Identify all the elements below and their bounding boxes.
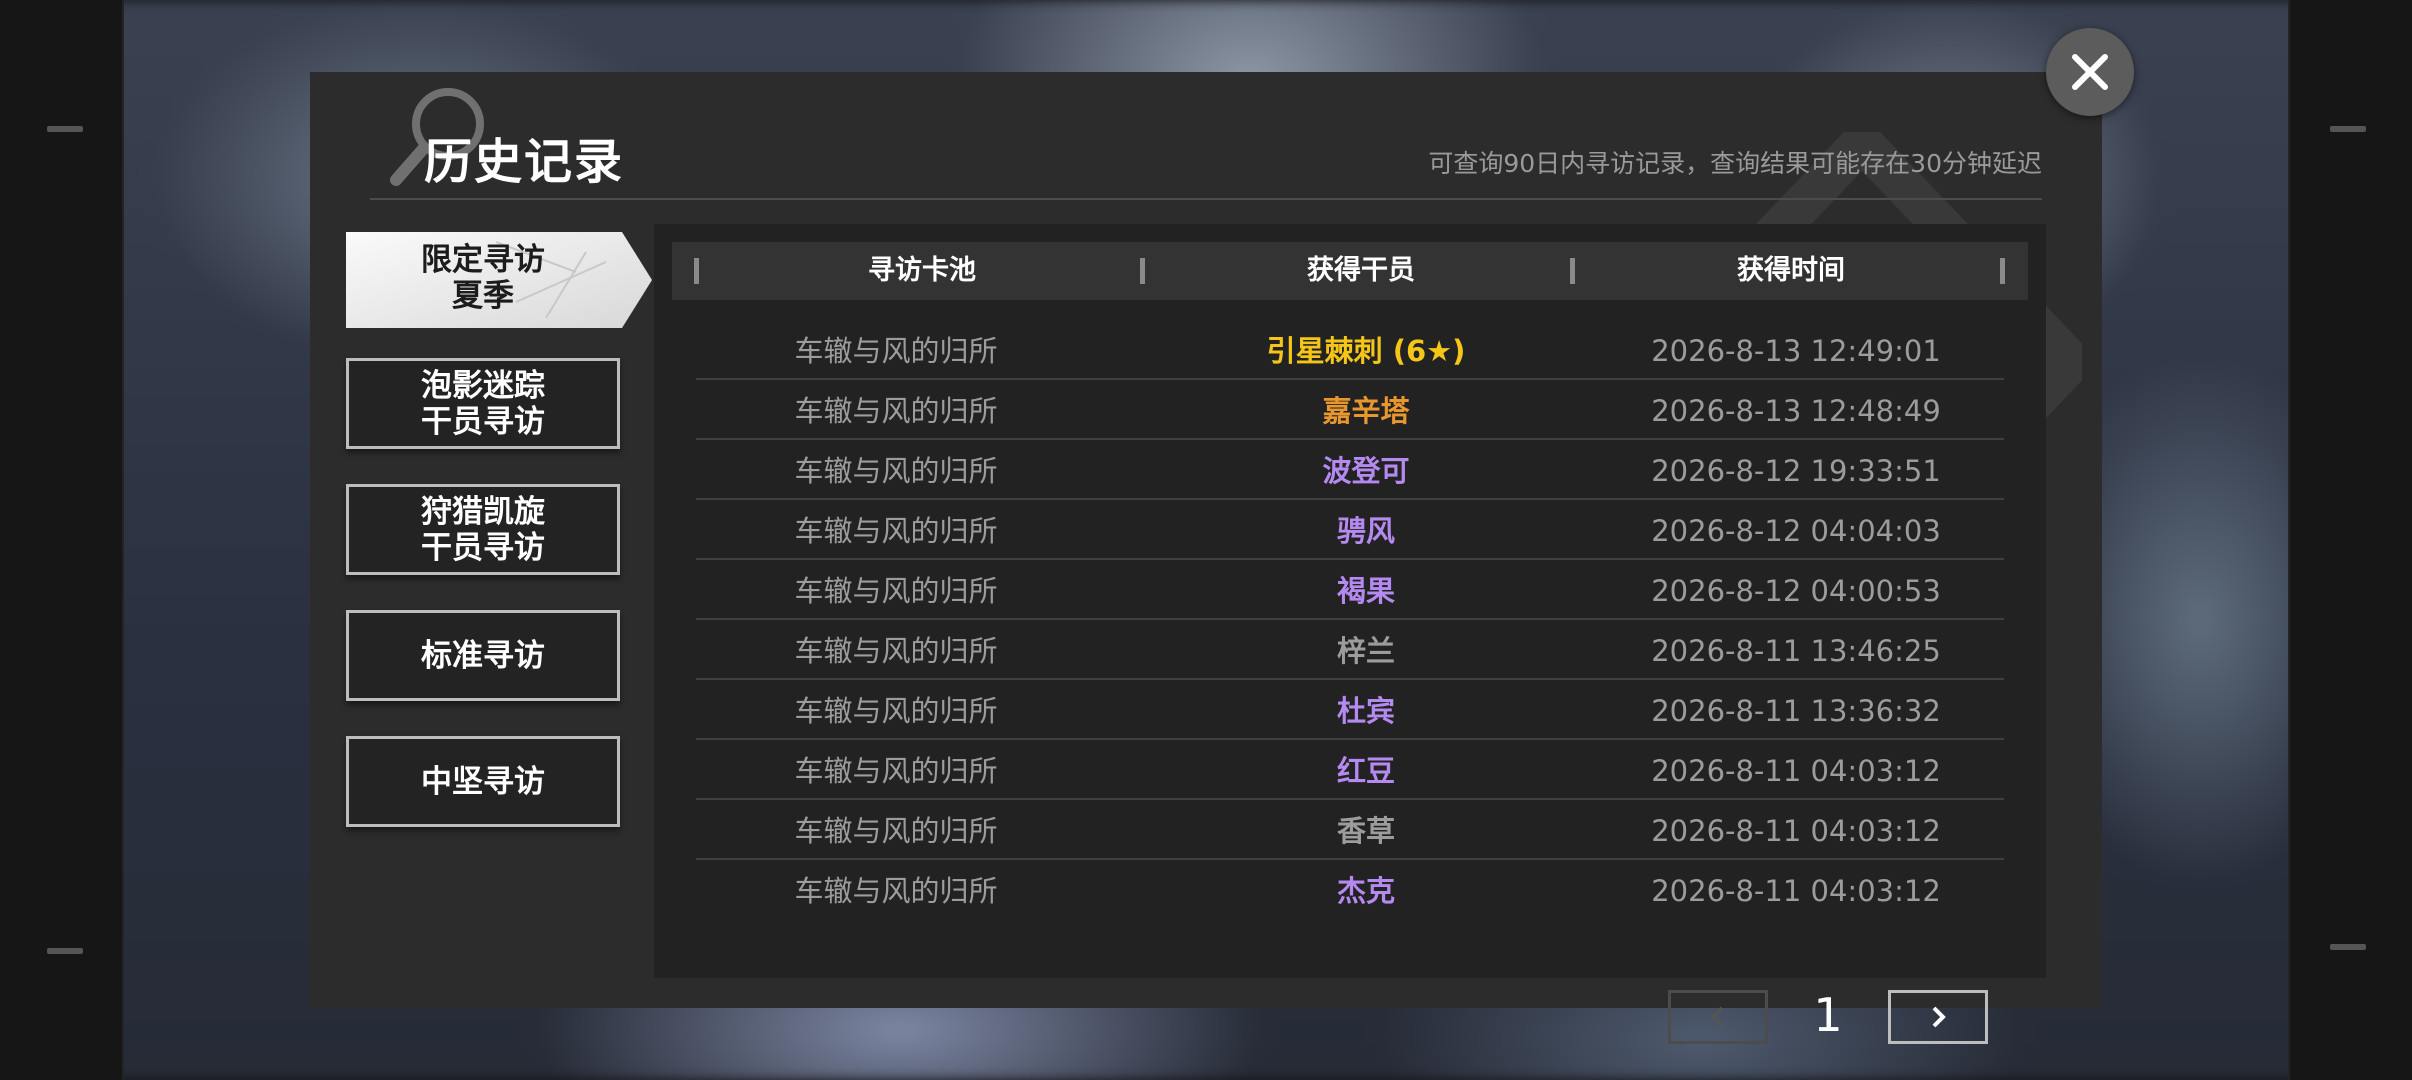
operator-cell: 骋风 xyxy=(1336,514,1395,548)
chevron-right-icon xyxy=(1932,1006,1946,1028)
table-row: 车辙与风的归所 引星棘刺 (6★) 2026-8-13 12:49:01 xyxy=(696,320,2004,380)
time-cell: 2026-8-12 19:33:51 xyxy=(1651,454,1941,488)
table-row: 车辙与风的归所 红豆 2026-8-11 04:03:12 xyxy=(696,740,2004,800)
table-header: 寻访卡池 获得干员 获得时间 xyxy=(672,242,2028,300)
nav-tab-core[interactable]: 中坚寻访 xyxy=(346,736,620,827)
table-row: 车辙与风的归所 香草 2026-8-11 04:03:12 xyxy=(696,800,2004,860)
pool-cell: 车辙与风的归所 xyxy=(794,874,998,908)
time-cell: 2026-8-11 04:03:12 xyxy=(1651,874,1941,908)
time-cell: 2026-8-11 13:46:25 xyxy=(1651,634,1941,668)
dialog-title: 历史记录 xyxy=(424,134,625,190)
frame-tick xyxy=(2330,126,2366,132)
prev-page-button[interactable] xyxy=(1668,990,1768,1044)
nav-tab-label: 限定寻访 夏季 xyxy=(421,241,545,314)
operator-cell: 杰克 xyxy=(1336,874,1395,908)
operator-cell: 波登可 xyxy=(1322,454,1410,488)
nav-tab-label: 狩猎凯旋 干员寻访 xyxy=(421,493,545,566)
operator-cell: 杜宾 xyxy=(1336,694,1395,728)
pool-cell: 车辙与风的归所 xyxy=(794,814,998,848)
frame-tick xyxy=(47,126,83,132)
table-row: 车辙与风的归所 杜宾 2026-8-11 13:36:32 xyxy=(696,680,2004,740)
pool-cell: 车辙与风的归所 xyxy=(794,754,998,788)
chevron-left-icon xyxy=(1710,1006,1724,1028)
nav-tab-standard[interactable]: 标准寻访 xyxy=(346,610,620,701)
frame-tick xyxy=(2330,944,2366,950)
operator-cell: 香草 xyxy=(1336,814,1395,848)
records-panel: 寻访卡池 获得干员 获得时间 车辙与风的归所 引星棘刺 (6★) 2026-8-… xyxy=(654,224,2046,1044)
pool-cell: 车辙与风的归所 xyxy=(794,694,998,728)
nav-tab-label: 泡影迷踪 干员寻访 xyxy=(421,367,545,440)
left-frame-bar xyxy=(0,0,124,1080)
table-row: 车辙与风的归所 褐果 2026-8-12 04:00:53 xyxy=(696,560,2004,620)
pool-cell: 车辙与风的归所 xyxy=(794,514,998,548)
page-number: 1 xyxy=(1813,988,1843,1042)
operator-cell: 梓兰 xyxy=(1336,634,1395,668)
time-cell: 2026-8-12 04:00:53 xyxy=(1651,574,1941,608)
right-frame-bar xyxy=(2288,0,2412,1080)
dialog-subtitle: 可查询90日内寻访记录，查询结果可能存在30分钟延迟 xyxy=(1428,149,2042,178)
time-cell: 2026-8-11 04:03:12 xyxy=(1651,814,1941,848)
time-cell: 2026-8-13 12:48:49 xyxy=(1651,394,1941,428)
operator-cell: 引星棘刺 (6★) xyxy=(1266,334,1466,368)
table-row: 车辙与风的归所 嘉辛塔 2026-8-13 12:48:49 xyxy=(696,380,2004,440)
title-divider xyxy=(370,198,2042,200)
nav-tab-bubble-trace[interactable]: 泡影迷踪 干员寻访 xyxy=(346,358,620,449)
nav-tab-hunting-triumph[interactable]: 狩猎凯旋 干员寻访 xyxy=(346,484,620,575)
pool-cell: 车辙与风的归所 xyxy=(794,574,998,608)
nav-tab-label: 标准寻访 xyxy=(421,637,545,674)
header-separator xyxy=(2000,258,2005,284)
header-pool: 寻访卡池 xyxy=(868,255,976,286)
table-row: 车辙与风的归所 波登可 2026-8-12 19:33:51 xyxy=(696,440,2004,500)
history-dialog: 历史记录 可查询90日内寻访记录，查询结果可能存在30分钟延迟 限定寻访 夏季 … xyxy=(310,72,2102,1044)
operator-cell: 嘉辛塔 xyxy=(1322,394,1410,428)
table-row: 车辙与风的归所 骋风 2026-8-12 04:04:03 xyxy=(696,500,2004,560)
operator-cell: 褐果 xyxy=(1336,574,1395,608)
header-separator xyxy=(694,258,699,284)
operator-cell: 红豆 xyxy=(1336,754,1395,788)
header-time: 获得时间 xyxy=(1737,255,1845,286)
time-cell: 2026-8-11 13:36:32 xyxy=(1651,694,1941,728)
close-icon xyxy=(2072,54,2108,90)
time-cell: 2026-8-13 12:49:01 xyxy=(1651,334,1941,368)
table-row: 车辙与风的归所 杰克 2026-8-11 04:03:12 xyxy=(696,860,2004,920)
table-row: 车辙与风的归所 梓兰 2026-8-11 13:46:25 xyxy=(696,620,2004,680)
frame-tick xyxy=(47,948,83,954)
header-operator: 获得干员 xyxy=(1307,255,1415,286)
nav-tab-limited-summer[interactable]: 限定寻访 夏季 xyxy=(346,232,652,328)
time-cell: 2026-8-12 04:04:03 xyxy=(1651,514,1941,548)
pool-cell: 车辙与风的归所 xyxy=(794,394,998,428)
close-button[interactable] xyxy=(2046,28,2134,116)
pool-cell: 车辙与风的归所 xyxy=(794,334,998,368)
header-separator xyxy=(1140,258,1145,284)
pool-cell: 车辙与风的归所 xyxy=(794,454,998,488)
nav-tab-label: 中坚寻访 xyxy=(421,763,545,800)
next-page-button[interactable] xyxy=(1888,990,1988,1044)
time-cell: 2026-8-11 04:03:12 xyxy=(1651,754,1941,788)
header-separator xyxy=(1570,258,1575,284)
pool-cell: 车辙与风的归所 xyxy=(794,634,998,668)
